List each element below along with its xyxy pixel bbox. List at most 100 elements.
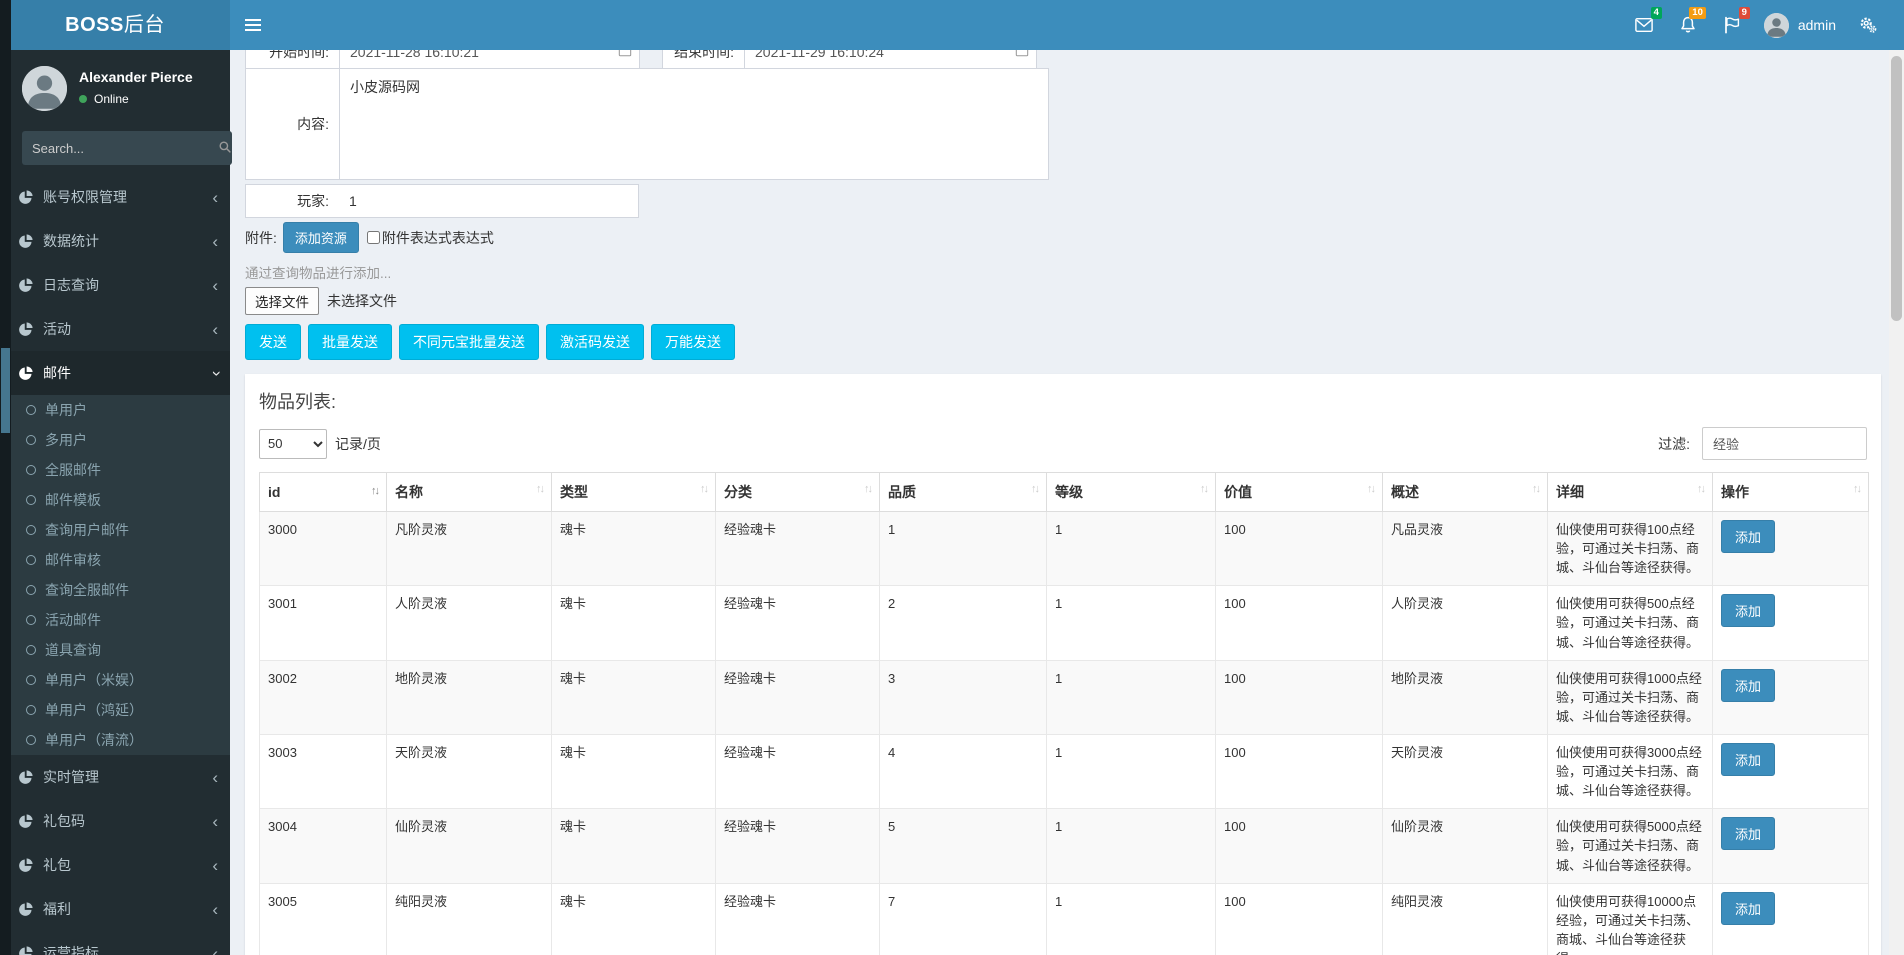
player-input[interactable]: 1 bbox=[339, 184, 639, 218]
sidebar-item-实时管理[interactable]: 实时管理‹ bbox=[0, 755, 230, 799]
cell-category: 经验魂卡 bbox=[716, 512, 880, 586]
cell-category: 经验魂卡 bbox=[716, 586, 880, 660]
cell-name: 地阶灵液 bbox=[387, 660, 552, 734]
sort-icon[interactable]: ↑↓ bbox=[1031, 482, 1038, 495]
sort-icon[interactable]: ↑↓ bbox=[371, 484, 378, 497]
flag-icon bbox=[1723, 16, 1741, 34]
cell-detail: 仙侠使用可获得3000点经验，可通过关卡扫荡、商城、斗仙台等途径获得。 bbox=[1548, 734, 1713, 808]
chevron-left-icon: ‹ bbox=[212, 321, 218, 338]
tasks-menu[interactable]: 9 bbox=[1710, 0, 1754, 50]
sidebar-scrollbar-thumb[interactable] bbox=[1, 348, 10, 433]
column-header-价值[interactable]: 价值↑↓ bbox=[1216, 473, 1383, 512]
circle-o-icon bbox=[26, 525, 36, 535]
sort-icon[interactable]: ↑↓ bbox=[1853, 482, 1860, 495]
add-resource-button[interactable]: 添加资源 bbox=[283, 222, 359, 253]
sidebar-item-数据统计[interactable]: 数据统计‹ bbox=[0, 219, 230, 263]
sidebar-subitem-多用户[interactable]: 多用户 bbox=[0, 425, 230, 455]
page-scrollbar-thumb[interactable] bbox=[1891, 56, 1902, 321]
sidebar-subitem-活动邮件[interactable]: 活动邮件 bbox=[0, 605, 230, 635]
action-button-批量发送[interactable]: 批量发送 bbox=[308, 324, 392, 360]
sidebar-subitem-邮件审核[interactable]: 邮件审核 bbox=[0, 545, 230, 575]
content-label: 内容: bbox=[245, 68, 340, 180]
sidebar-subitem-查询用户邮件[interactable]: 查询用户邮件 bbox=[0, 515, 230, 545]
sidebar-item-运营指标[interactable]: 运营指标‹ bbox=[0, 931, 230, 955]
cell-type: 魂卡 bbox=[552, 660, 716, 734]
attachment-row: 附件: 添加资源 附件表达式表达式 bbox=[245, 222, 1881, 253]
sidebar-subitem-单用户（鸿延）[interactable]: 单用户（鸿延） bbox=[0, 695, 230, 725]
sort-icon[interactable]: ↑↓ bbox=[1697, 482, 1704, 495]
start-time-label: 开始时间: bbox=[245, 50, 340, 69]
column-header-id[interactable]: id↑↓ bbox=[260, 473, 387, 512]
notifications-menu[interactable]: 10 bbox=[1666, 0, 1710, 50]
table-controls: 50 记录/页 过滤: bbox=[259, 427, 1867, 460]
sidebar-subitem-邮件模板[interactable]: 邮件模板 bbox=[0, 485, 230, 515]
table-row: 3004仙阶灵液魂卡经验魂卡51100仙阶灵液仙侠使用可获得5000点经验，可通… bbox=[260, 809, 1869, 883]
add-item-button[interactable]: 添加 bbox=[1721, 594, 1775, 627]
sort-icon[interactable]: ↑↓ bbox=[864, 482, 871, 495]
cell-value: 100 bbox=[1216, 512, 1383, 586]
pie-chart-icon bbox=[15, 322, 35, 337]
sort-icon[interactable]: ↑↓ bbox=[536, 482, 543, 495]
messages-menu[interactable]: 4 bbox=[1622, 0, 1666, 50]
add-item-button[interactable]: 添加 bbox=[1721, 817, 1775, 850]
search-input[interactable] bbox=[22, 131, 218, 165]
sort-icon[interactable]: ↑↓ bbox=[1532, 482, 1539, 495]
cell-detail: 仙侠使用可获得500点经验，可通过关卡扫荡、商城、斗仙台等途径获得。 bbox=[1548, 586, 1713, 660]
user-avatar bbox=[22, 66, 67, 111]
column-header-操作[interactable]: 操作↑↓ bbox=[1713, 473, 1869, 512]
add-item-button[interactable]: 添加 bbox=[1721, 520, 1775, 553]
sidebar-item-礼包[interactable]: 礼包‹ bbox=[0, 843, 230, 887]
page-scrollbar[interactable] bbox=[1889, 50, 1904, 955]
column-header-概述[interactable]: 概述↑↓ bbox=[1383, 473, 1548, 512]
sidebar-subitem-单用户（米娱）[interactable]: 单用户（米娱） bbox=[0, 665, 230, 695]
sidebar-subitem-全服邮件[interactable]: 全服邮件 bbox=[0, 455, 230, 485]
end-time-input[interactable]: 2021-11-29 16:10:24 bbox=[745, 50, 1037, 69]
sidebar-item-日志查询[interactable]: 日志查询‹ bbox=[0, 263, 230, 307]
search-button[interactable] bbox=[218, 131, 232, 165]
sidebar-item-礼包码[interactable]: 礼包码‹ bbox=[0, 799, 230, 843]
app-logo[interactable]: BOSS后台 bbox=[0, 0, 230, 50]
sidebar-toggle-button[interactable] bbox=[230, 0, 276, 50]
sidebar-subitem-道具查询[interactable]: 道具查询 bbox=[0, 635, 230, 665]
attachment-expression-checkbox[interactable] bbox=[367, 231, 380, 244]
start-time-input[interactable]: 2021-11-28 16:10:21 bbox=[340, 50, 640, 69]
sidebar-item-账号权限管理[interactable]: 账号权限管理‹ bbox=[0, 175, 230, 219]
add-item-button[interactable]: 添加 bbox=[1721, 892, 1775, 925]
cell-value: 100 bbox=[1216, 809, 1383, 883]
user-status[interactable]: Online bbox=[79, 92, 193, 106]
action-button-发送[interactable]: 发送 bbox=[245, 324, 301, 360]
cell-id: 3002 bbox=[260, 660, 387, 734]
sort-icon[interactable]: ↑↓ bbox=[1200, 482, 1207, 495]
action-button-激活码发送[interactable]: 激活码发送 bbox=[546, 324, 644, 360]
sidebar-item-邮件[interactable]: 邮件‹ bbox=[0, 351, 230, 395]
sidebar-subitem-单用户（清流）[interactable]: 单用户（清流） bbox=[0, 725, 230, 755]
filter-input[interactable] bbox=[1702, 427, 1867, 460]
page-size-select[interactable]: 50 bbox=[259, 429, 327, 459]
user-menu[interactable]: admin bbox=[1754, 0, 1846, 50]
sidebar-subitem-单用户[interactable]: 单用户 bbox=[0, 395, 230, 425]
action-button-万能发送[interactable]: 万能发送 bbox=[651, 324, 735, 360]
column-header-分类[interactable]: 分类↑↓ bbox=[716, 473, 880, 512]
content-textarea[interactable]: 小皮源码网 bbox=[339, 68, 1049, 180]
cell-detail: 仙侠使用可获得1000点经验，可通过关卡扫荡、商城、斗仙台等途径获得。 bbox=[1548, 660, 1713, 734]
action-button-不同元宝批量发送[interactable]: 不同元宝批量发送 bbox=[399, 324, 539, 360]
cell-value: 100 bbox=[1216, 586, 1383, 660]
column-header-详细[interactable]: 详细↑↓ bbox=[1548, 473, 1713, 512]
sort-icon[interactable]: ↑↓ bbox=[1367, 482, 1374, 495]
cell-summary: 天阶灵液 bbox=[1383, 734, 1548, 808]
column-header-品质[interactable]: 品质↑↓ bbox=[880, 473, 1047, 512]
sidebar-item-福利[interactable]: 福利‹ bbox=[0, 887, 230, 931]
sidebar-scrollbar[interactable] bbox=[0, 0, 11, 955]
column-header-类型[interactable]: 类型↑↓ bbox=[552, 473, 716, 512]
sidebar-subitem-查询全服邮件[interactable]: 查询全服邮件 bbox=[0, 575, 230, 605]
add-item-button[interactable]: 添加 bbox=[1721, 669, 1775, 702]
settings-menu[interactable] bbox=[1846, 0, 1890, 50]
choose-file-button[interactable]: 选择文件 bbox=[245, 287, 319, 315]
cell-summary: 凡品灵液 bbox=[1383, 512, 1548, 586]
cell-id: 3001 bbox=[260, 586, 387, 660]
column-header-名称[interactable]: 名称↑↓ bbox=[387, 473, 552, 512]
add-item-button[interactable]: 添加 bbox=[1721, 743, 1775, 776]
column-header-等级[interactable]: 等级↑↓ bbox=[1047, 473, 1216, 512]
sidebar-item-活动[interactable]: 活动‹ bbox=[0, 307, 230, 351]
sort-icon[interactable]: ↑↓ bbox=[700, 482, 707, 495]
